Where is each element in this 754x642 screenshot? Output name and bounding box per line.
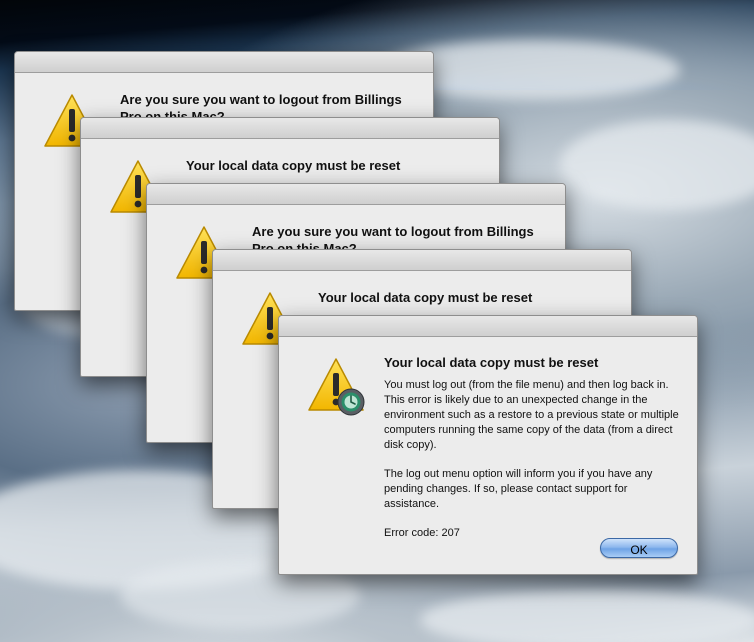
ok-button[interactable]: OK [600, 538, 678, 558]
dialog-titlebar [81, 118, 499, 139]
alert-body-paragraph: You must log out (from the file menu) an… [384, 379, 679, 451]
alert-message: You must log out (from the file menu) an… [384, 378, 684, 555]
dialog-titlebar [147, 184, 565, 205]
dialog-titlebar [15, 52, 433, 73]
dialog-title: Your local data copy must be reset [186, 158, 401, 173]
alert-dialog-front: Your local data copy must be reset You m… [278, 315, 698, 575]
dialog-titlebar [279, 316, 697, 337]
alert-title: Your local data copy must be reset [384, 355, 599, 370]
dialog-titlebar [213, 250, 631, 271]
billings-app-badge-icon [337, 388, 365, 416]
dialog-title: Your local data copy must be reset [318, 290, 533, 305]
alert-body-paragraph: The log out menu option will inform you … [384, 468, 653, 510]
